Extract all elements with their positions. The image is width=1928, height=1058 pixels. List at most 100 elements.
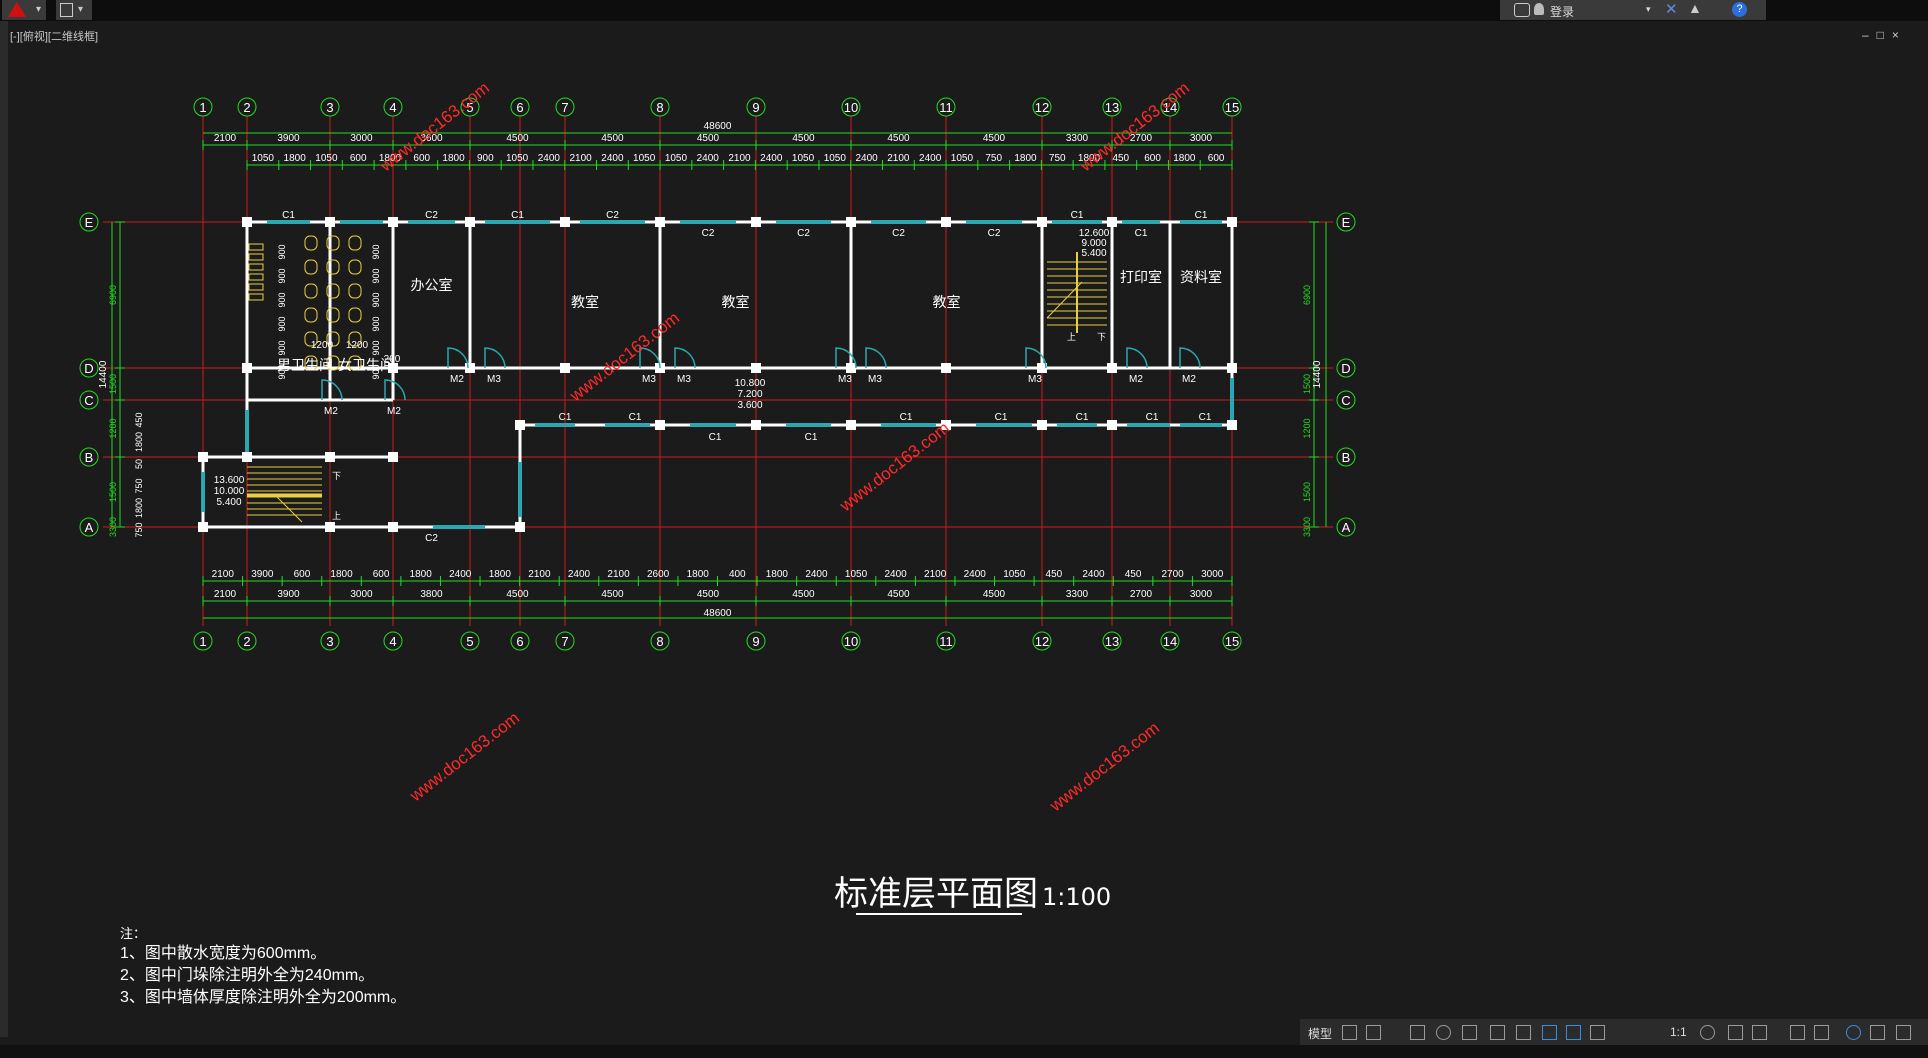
left-small-dim: 450 xyxy=(134,412,144,427)
user-icon xyxy=(1534,3,1544,15)
otrack-icon[interactable] xyxy=(1490,1025,1505,1040)
top-dim-2-text: 1050 xyxy=(633,153,656,164)
column xyxy=(655,217,665,227)
column xyxy=(388,452,398,462)
column xyxy=(325,452,335,462)
chevron-down-icon: ▾ xyxy=(78,4,84,15)
signin-label[interactable]: 登录 xyxy=(1550,3,1574,20)
top-dim-2-text: 2100 xyxy=(728,153,751,164)
column xyxy=(1107,363,1117,373)
watermark-text: www.doc163.com xyxy=(565,308,682,406)
door-swing xyxy=(865,347,887,369)
chevron-down-icon[interactable]: ▾ xyxy=(1646,4,1651,15)
isolate-icon[interactable] xyxy=(1790,1025,1805,1040)
command-line[interactable] xyxy=(0,1045,1928,1058)
top-dim-1-text: 3000 xyxy=(1190,133,1213,144)
toilet-fixture xyxy=(304,235,318,251)
top-dim-2-text: 1800 xyxy=(442,153,465,164)
left-scrollbar[interactable] xyxy=(0,21,8,1037)
model-tab[interactable]: 模型 xyxy=(1308,1025,1332,1042)
watermarks: www.doc163.com www.doc163.com www.doc163.c… xyxy=(375,78,1192,816)
top-dim-1-text: 2100 xyxy=(214,133,237,144)
osnap-icon[interactable] xyxy=(1462,1025,1477,1040)
transparency-icon[interactable] xyxy=(1542,1025,1557,1040)
window-label: C1 xyxy=(1195,210,1208,221)
axis-letter-right: D xyxy=(1341,361,1350,376)
plus-icon[interactable] xyxy=(1728,1025,1743,1040)
column xyxy=(655,420,665,430)
toilet-dim: 900 xyxy=(371,268,381,283)
axis-number-bottom: 10 xyxy=(844,634,858,649)
bottom-dim-1-text: 2600 xyxy=(647,569,670,580)
axis-number-top: 9 xyxy=(752,100,759,115)
top-dim-2-text: 1050 xyxy=(315,153,338,164)
exchange-x-icon[interactable]: ✕ xyxy=(1665,0,1678,18)
grid-icon[interactable] xyxy=(1342,1025,1357,1040)
top-dim-2-text: 1050 xyxy=(792,153,815,164)
annotation-icon[interactable] xyxy=(1590,1025,1605,1040)
bottom-dim-2-text: 4500 xyxy=(601,589,624,600)
top-dim-2-text: 1800 xyxy=(1014,153,1037,164)
column xyxy=(1227,420,1237,430)
total-dim-text: 48600 xyxy=(704,121,732,132)
lineweight-icon[interactable] xyxy=(1516,1025,1531,1040)
axis-number-bottom: 13 xyxy=(1105,634,1119,649)
bottom-dim-2-text: 3300 xyxy=(1066,589,1089,600)
top-dim-2-text: 600 xyxy=(413,153,430,164)
toilet-dim: 900 xyxy=(277,244,287,259)
level-mark: 3.600 xyxy=(737,400,762,411)
gear-icon[interactable] xyxy=(1700,1025,1715,1040)
door-label: M2 xyxy=(324,406,338,417)
bottom-dim-2-text: 4500 xyxy=(506,589,529,600)
bottom-dim-1-text: 1050 xyxy=(845,569,868,580)
window-label: C1 xyxy=(282,210,295,221)
hardware-accel-icon[interactable] xyxy=(1814,1025,1829,1040)
app-menu-button[interactable]: ▾ xyxy=(2,0,46,20)
bottom-dim-1-text: 450 xyxy=(1125,569,1142,580)
top-dim-2-text: 1800 xyxy=(284,153,307,164)
room-label: 资料室 xyxy=(1180,269,1222,285)
column xyxy=(941,363,951,373)
urinal xyxy=(248,243,264,251)
autodesk-a360-icon[interactable]: ▲ xyxy=(1688,0,1702,16)
toilet-fixture xyxy=(304,283,318,299)
room-label: 打印室 xyxy=(1120,269,1162,285)
door-label: M3 xyxy=(642,374,656,385)
door-swing xyxy=(384,379,406,401)
bottom-dim-1-text: 2400 xyxy=(449,569,472,580)
axis-number-bottom: 8 xyxy=(656,634,663,649)
quick-access-button[interactable]: ▾ xyxy=(56,0,92,20)
column xyxy=(198,452,208,462)
column xyxy=(515,522,525,532)
polar-icon[interactable] xyxy=(1436,1025,1451,1040)
bottom-dim-1-text: 2700 xyxy=(1162,569,1185,580)
customize-icon[interactable] xyxy=(1870,1025,1885,1040)
column xyxy=(388,522,398,532)
bottom-dim-1-text: 3900 xyxy=(251,569,274,580)
column xyxy=(388,217,398,227)
floor-plan-canvas[interactable]: 486002100 3900 3000 3600 4500 4500 4500 4500 450… xyxy=(8,21,1928,1011)
window-label: C1 xyxy=(995,412,1008,423)
annotation-scale[interactable]: 1:1 xyxy=(1670,1025,1687,1039)
help-icon[interactable]: ? xyxy=(1732,2,1747,17)
clean-screen-icon[interactable] xyxy=(1846,1025,1861,1040)
window-label: C2 xyxy=(797,228,810,239)
top-dim-1-text: 4500 xyxy=(506,133,529,144)
top-dim-2-text: 750 xyxy=(985,153,1002,164)
fullscreen-icon[interactable] xyxy=(1896,1025,1911,1040)
selection-cycle-icon[interactable] xyxy=(1566,1025,1581,1040)
column xyxy=(325,522,335,532)
axis-number-bottom: 12 xyxy=(1035,634,1049,649)
top-dim-2-text: 750 xyxy=(1049,153,1066,164)
binoculars-icon[interactable] xyxy=(1514,3,1530,17)
ortho-icon[interactable] xyxy=(1410,1025,1425,1040)
axis-number-top: 7 xyxy=(561,100,568,115)
workspace-icon[interactable] xyxy=(1752,1025,1767,1040)
urinal xyxy=(248,293,264,301)
autocad-logo-icon xyxy=(8,2,26,17)
snap-icon[interactable] xyxy=(1366,1025,1381,1040)
column xyxy=(242,452,252,462)
axis-number-top: 13 xyxy=(1105,100,1119,115)
door-label: M2 xyxy=(450,374,464,385)
column xyxy=(1037,420,1047,430)
